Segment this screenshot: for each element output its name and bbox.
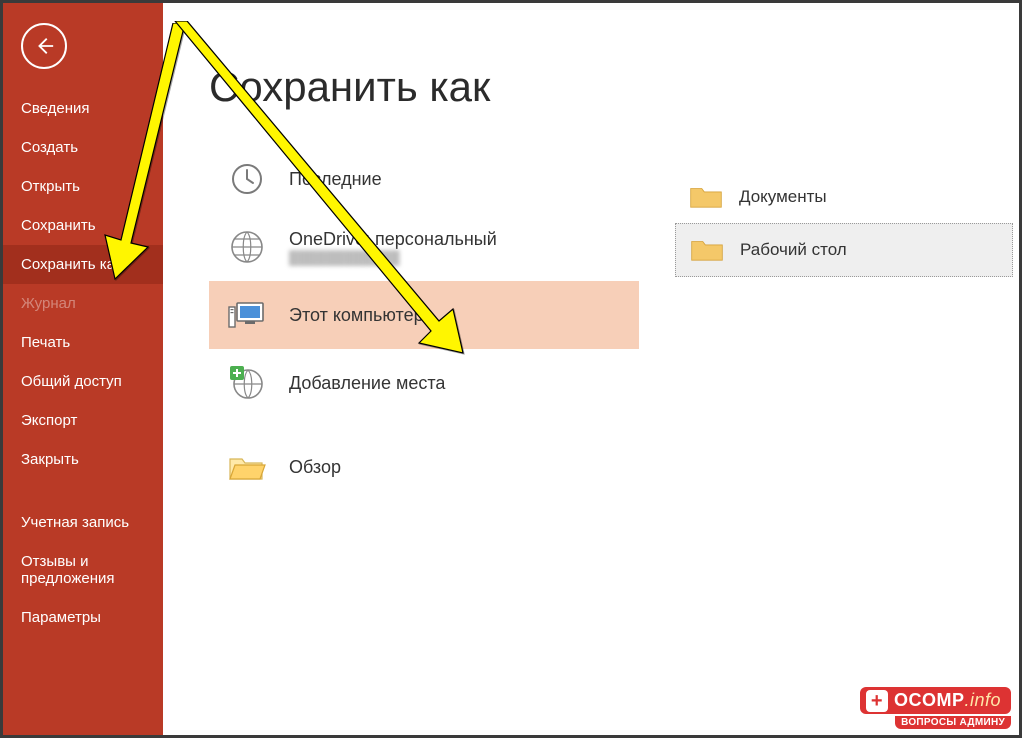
folder-documents[interactable]: Документы: [675, 171, 1013, 223]
add-place-icon: [227, 363, 267, 403]
sidebar-item-save[interactable]: Сохранить: [3, 206, 163, 245]
sidebar-label: Сохранить как: [21, 256, 122, 273]
storage-list: Последние OneDrive: персональный ███████…: [209, 145, 639, 501]
folder-label: Рабочий стол: [740, 240, 847, 260]
sidebar-item-open[interactable]: Открыть: [3, 167, 163, 206]
sidebar-item-account[interactable]: Учетная запись: [3, 503, 163, 542]
sidebar-item-share[interactable]: Общий доступ: [3, 362, 163, 401]
storage-label: Добавление места: [289, 373, 445, 394]
folder-open-icon: [227, 447, 267, 487]
sidebar-label: Экспорт: [21, 412, 77, 429]
arrow-left-icon: [33, 35, 55, 57]
backstage-sidebar: Сведения Создать Открыть Сохранить Сохра…: [3, 3, 163, 735]
folder-desktop[interactable]: Рабочий стол: [675, 223, 1013, 277]
sidebar-label: Открыть: [21, 178, 80, 195]
source-watermark: + OCOMP.info ВОПРОСЫ АДМИНУ: [860, 687, 1011, 729]
sidebar-label: Отзывы и предложения: [21, 553, 115, 587]
app-frame: Презентация1 - PowerPoint Сведения Созда…: [0, 0, 1022, 738]
storage-label: OneDrive: персональный: [289, 229, 497, 250]
storage-add-place[interactable]: Добавление места: [209, 349, 639, 417]
storage-this-pc[interactable]: Этот компьютер: [209, 281, 639, 349]
sidebar-label: Закрыть: [21, 451, 79, 468]
sidebar-label: Сведения: [21, 100, 90, 117]
brand-tagline: ВОПРОСЫ АДМИНУ: [895, 716, 1011, 729]
sidebar-item-saveas[interactable]: Сохранить как: [3, 245, 163, 284]
sidebar-label: Общий доступ: [21, 373, 122, 390]
folder-label: Документы: [739, 187, 827, 207]
storage-label: Обзор: [289, 457, 341, 478]
sidebar-item-feedback[interactable]: Отзывы и предложения: [3, 542, 163, 598]
storage-label: Последние: [289, 169, 382, 190]
folder-shortcuts: Документы Рабочий стол: [675, 171, 1013, 277]
brand-main: OCOMP: [894, 690, 965, 710]
sidebar-label: Учетная запись: [21, 514, 129, 531]
sidebar-item-print[interactable]: Печать: [3, 323, 163, 362]
sidebar-item-close[interactable]: Закрыть: [3, 440, 163, 479]
sidebar-item-options[interactable]: Параметры: [3, 598, 163, 637]
storage-sublabel: ████████████: [289, 250, 497, 265]
sidebar-item-history: Журнал: [3, 284, 163, 323]
sidebar-label: Печать: [21, 334, 70, 351]
storage-recent[interactable]: Последние: [209, 145, 639, 213]
storage-label: Этот компьютер: [289, 305, 424, 326]
plus-icon: +: [866, 690, 888, 712]
folder-icon: [690, 236, 724, 264]
storage-onedrive[interactable]: OneDrive: персональный ████████████: [209, 213, 639, 281]
sidebar-item-export[interactable]: Экспорт: [3, 401, 163, 440]
sidebar-item-new[interactable]: Создать: [3, 128, 163, 167]
sidebar-label: Создать: [21, 139, 78, 156]
sidebar-label: Сохранить: [21, 217, 96, 234]
sidebar-label: Параметры: [21, 609, 101, 626]
backstage-main: Сохранить как Последние OneDrive: персон…: [163, 3, 1019, 735]
this-pc-icon: [227, 295, 267, 335]
folder-icon: [689, 183, 723, 211]
onedrive-icon: [227, 227, 267, 267]
storage-browse[interactable]: Обзор: [209, 433, 639, 501]
back-button[interactable]: [21, 23, 67, 69]
sidebar-item-info[interactable]: Сведения: [3, 89, 163, 128]
page-title: Сохранить как: [209, 63, 1019, 111]
brand-suffix: .info: [964, 690, 1001, 710]
clock-icon: [227, 159, 267, 199]
sidebar-label: Журнал: [21, 295, 76, 312]
